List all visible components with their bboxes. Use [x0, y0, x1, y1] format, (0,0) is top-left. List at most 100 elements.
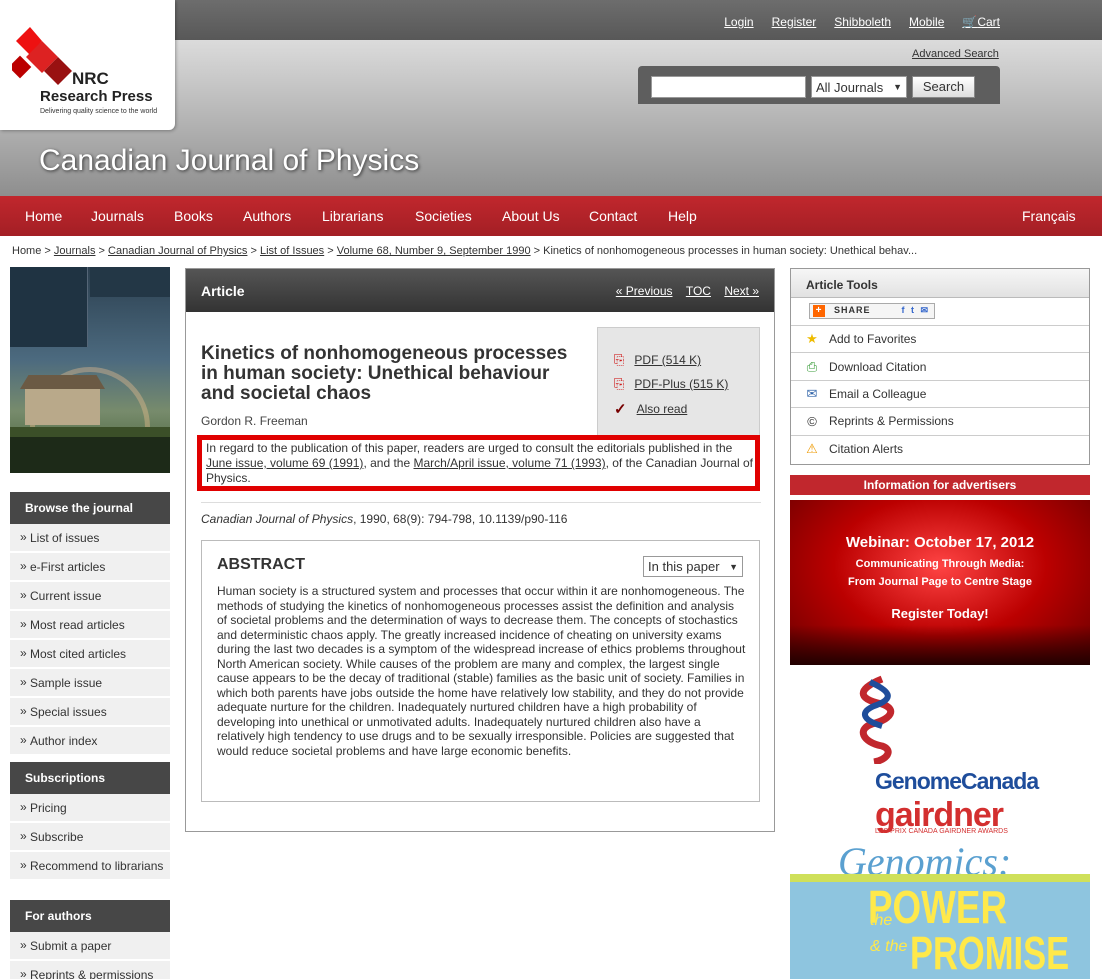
sidebar-item-pricing[interactable]: Pricing — [10, 794, 170, 823]
dropdown-arrow-icon: ▼ — [729, 561, 738, 572]
section-select[interactable]: In this paper ▼ — [643, 556, 743, 577]
reprints-permissions[interactable]: © Reprints & Permissions — [791, 408, 1089, 436]
citation-alerts[interactable]: ⚠ Citation Alerts — [791, 436, 1089, 463]
breadcrumb: Home > Journals > Canadian Journal of Ph… — [12, 245, 918, 257]
nav-books[interactable]: Books — [174, 208, 213, 224]
pdf-row: ⎘ PDF (514 K) — [614, 352, 701, 368]
nav-contact[interactable]: Contact — [589, 208, 637, 224]
add-favorites[interactable]: ★ Add to Favorites — [791, 326, 1089, 354]
sidebar-item-efirst[interactable]: e-First articles — [10, 553, 170, 582]
crumb-journals[interactable]: Journals — [54, 245, 96, 257]
site-header: Login Register Shibboleth Mobile 🛒Cart N… — [0, 0, 1102, 196]
june-issue-link[interactable]: June issue, volume 69 (1991) — [206, 456, 363, 470]
search-input[interactable] — [651, 76, 806, 98]
march-april-issue-link[interactable]: March/April issue, volume 71 (1993) — [413, 456, 605, 470]
crumb-current: Kinetics of nonhomogeneous processes in … — [543, 245, 918, 257]
nav-journals[interactable]: Journals — [91, 208, 144, 224]
pdfplus-row: ⎘ PDF-Plus (515 K) — [614, 376, 728, 392]
sidebar-item-subscribe[interactable]: Subscribe — [10, 823, 170, 852]
search-box: All Journals ▼ Search — [638, 66, 1000, 104]
next-link[interactable]: Next » — [724, 284, 759, 298]
pdf-plus-icon: ⎘ — [614, 376, 625, 391]
social-icons: f t ✉ — [901, 305, 930, 315]
and-the-text: & the — [870, 938, 908, 955]
nav-librarians[interactable]: Librarians — [322, 208, 383, 224]
journal-select[interactable]: All Journals ▼ — [811, 76, 907, 98]
email-icon: ✉ — [806, 385, 818, 401]
dna-helix-icon — [859, 675, 895, 764]
mobile-link[interactable]: Mobile — [909, 15, 944, 29]
top-bar: Login Register Shibboleth Mobile 🛒Cart — [175, 0, 1102, 40]
crumb-issues[interactable]: List of Issues — [260, 245, 324, 257]
share-plus-icon: + — [813, 305, 825, 317]
copyright-icon: © — [807, 413, 817, 429]
warning-icon: ⚠ — [806, 441, 818, 457]
sidebar-item-current-issue[interactable]: Current issue — [10, 582, 170, 611]
sidebar-item-most-cited[interactable]: Most cited articles — [10, 640, 170, 669]
pdfplus-link[interactable]: PDF-Plus (515 K) — [634, 377, 728, 391]
divider — [201, 502, 761, 503]
nav-francais[interactable]: Français — [1022, 208, 1076, 224]
nav-societies[interactable]: Societies — [415, 208, 472, 224]
sidebar-item-author-index[interactable]: Author index — [10, 727, 170, 756]
download-citation[interactable]: ⎙ Download Citation — [791, 353, 1089, 381]
webinar-cta: Register Today! — [891, 606, 989, 621]
sidebar-item-submit[interactable]: Submit a paper — [10, 932, 170, 961]
sidebar-item-recommend[interactable]: Recommend to librarians — [10, 852, 170, 881]
genome-ad[interactable]: GenomeCanada gairdner LES PRIX CANADA GA… — [790, 668, 1090, 979]
sidebar-subscriptions: Subscriptions Pricing Subscribe Recommen… — [10, 762, 170, 881]
logo-research-press: Research Press — [40, 88, 153, 105]
crumb-volume[interactable]: Volume 68, Number 9, September 1990 — [337, 245, 531, 257]
nav-authors[interactable]: Authors — [243, 208, 291, 224]
register-link[interactable]: Register — [772, 15, 817, 29]
crumb-journal[interactable]: Canadian Journal of Physics — [108, 245, 247, 257]
shibboleth-link[interactable]: Shibboleth — [834, 15, 891, 29]
sidebar-item-list-of-issues[interactable]: List of issues — [10, 524, 170, 553]
editorial-notice: In regard to the publication of this pap… — [197, 435, 760, 491]
article-panel: Article « Previous TOC Next » Kinetics o… — [185, 268, 775, 832]
nav-help[interactable]: Help — [668, 208, 697, 224]
search-button[interactable]: Search — [912, 76, 975, 98]
sidebar-item-reprints[interactable]: Reprints & permissions — [10, 961, 170, 979]
pdf-link[interactable]: PDF (514 K) — [634, 353, 701, 367]
abstract-box: ABSTRACT In this paper ▼ Human society is… — [201, 540, 760, 802]
sidebar-item-special-issues[interactable]: Special issues — [10, 698, 170, 727]
abstract-text: Human society is a structured system and… — [217, 584, 746, 758]
nav-about[interactable]: About Us — [502, 208, 560, 224]
main-nav: Home Journals Books Authors Librarians S… — [0, 196, 1102, 236]
account-links: Login Register Shibboleth Mobile 🛒Cart — [724, 15, 1000, 29]
cart-link[interactable]: 🛒Cart — [962, 15, 1000, 29]
login-link[interactable]: Login — [724, 15, 753, 29]
advanced-search-link[interactable]: Advanced Search — [912, 48, 999, 60]
previous-link[interactable]: « Previous — [616, 284, 673, 298]
logo-tagline: Delivering quality science to the world — [40, 108, 158, 115]
webinar-sub2: From Journal Page to Centre Stage — [848, 576, 1032, 588]
journal-cover-image[interactable] — [10, 267, 170, 473]
also-read-row: ✓ Also read — [614, 400, 687, 418]
webinar-ad[interactable]: Webinar: October 17, 2012 Communicating … — [790, 500, 1090, 665]
email-colleague[interactable]: ✉ Email a Colleague — [791, 381, 1089, 409]
toc-link[interactable]: TOC — [686, 284, 711, 298]
webinar-title: Webinar: October 17, 2012 — [845, 534, 1035, 551]
checkmark-icon: ✓ — [614, 401, 627, 418]
share-button[interactable]: + SHARE f t ✉ — [809, 303, 935, 319]
download-icon: ⎙ — [806, 358, 818, 374]
nav-home[interactable]: Home — [25, 208, 62, 224]
also-read-link[interactable]: Also read — [637, 402, 688, 416]
article-author: Gordon R. Freeman — [201, 414, 308, 428]
sidebar-for-authors: For authors Submit a paper Reprints & pe… — [10, 900, 170, 979]
nrc-logo[interactable]: NRC Research Press Delivering quality sc… — [0, 0, 175, 130]
advertisers-bar[interactable]: Information for advertisers — [790, 475, 1090, 495]
nrc-logo-icon — [12, 27, 72, 85]
dropdown-arrow-icon: ▼ — [893, 82, 902, 92]
article-header: Article « Previous TOC Next » — [186, 269, 774, 312]
sidebar-item-most-read[interactable]: Most read articles — [10, 611, 170, 640]
crumb-home[interactable]: Home — [12, 245, 41, 257]
article-label: Article — [201, 282, 245, 299]
download-box: ⎘ PDF (514 K) ⎘ PDF-Plus (515 K) ✓ Also rea… — [597, 327, 760, 437]
sidebar-browse: Browse the journal List of issues e-Firs… — [10, 492, 170, 756]
share-row: + SHARE f t ✉ — [791, 298, 1089, 326]
subscriptions-heading: Subscriptions — [10, 762, 170, 794]
sidebar-item-sample-issue[interactable]: Sample issue — [10, 669, 170, 698]
promise-text: PROMISE — [910, 927, 1070, 979]
